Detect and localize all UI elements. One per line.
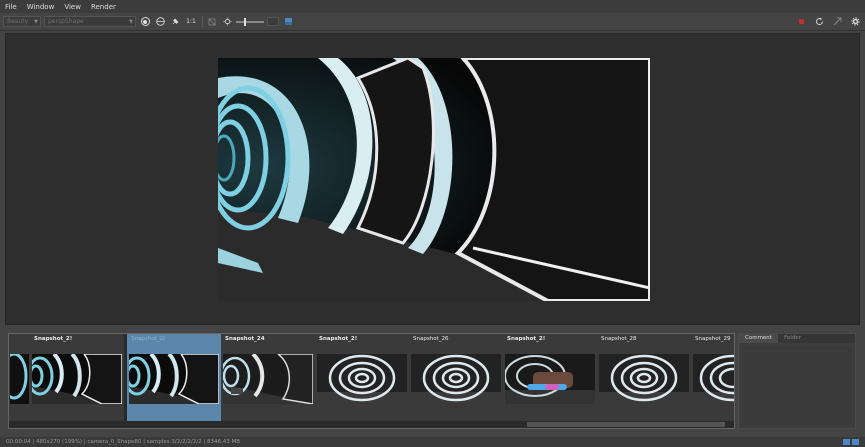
snapshot-label: Snapshot_24 (225, 336, 265, 342)
snapshot-image (223, 354, 313, 404)
status-text: 00:00:04 | 480x270 (199%) | camera_0_Sha… (6, 439, 240, 445)
snapshot-thumbnail[interactable]: Snapshot_26 (409, 334, 503, 421)
toolbar: Beauty ▼ perspShape ▼ 1:1 (0, 13, 865, 31)
snapshot-label: Snapshot_2! (507, 336, 546, 342)
ratio-button[interactable]: 1:1 (184, 16, 198, 28)
chevron-down-icon: ▼ (34, 19, 38, 25)
snapshot-thumbnail-selected[interactable]: Snapshot_2( (127, 334, 221, 421)
snapshot-image (10, 354, 29, 404)
snapshot-image (693, 354, 734, 404)
snapshot-thumbnail[interactable]: Snapshot_2! (315, 334, 409, 421)
render-viewport[interactable] (5, 33, 860, 325)
menu-bar: File Window View Render (0, 0, 865, 13)
snapshot-label: Snapshot_29 (695, 336, 731, 342)
camera-dropdown[interactable]: perspShape ▼ (44, 16, 136, 27)
menu-render[interactable]: Render (86, 3, 121, 11)
globe-icon[interactable] (154, 16, 166, 28)
snapshot-image (32, 354, 122, 404)
toolbar-divider (202, 16, 203, 27)
snapshot-thumbnail[interactable]: Snapshot_2! (30, 334, 124, 421)
snapshot-thumbnail[interactable]: Snapshot_29 (691, 334, 734, 421)
chevron-down-icon: ▼ (129, 19, 133, 25)
gear-icon[interactable] (849, 15, 861, 27)
exposure-slider-handle[interactable] (244, 17, 246, 26)
snapshot-label: Snapshot_28 (601, 336, 637, 342)
comment-panel: Comment Folder (738, 333, 856, 429)
snapshot-label: Snapshot_2! (319, 336, 358, 342)
snapshot-image (411, 354, 501, 404)
status-icons (843, 439, 859, 445)
view-mode-icon[interactable] (843, 439, 850, 445)
render-image (218, 58, 650, 301)
snapshot-image (317, 354, 407, 404)
exposure-value-field[interactable] (267, 17, 279, 26)
menu-window[interactable]: Window (22, 3, 60, 11)
status-bar: 00:00:04 | 480x270 (199%) | camera_0_Sha… (0, 437, 865, 447)
panel-tabs: Comment Folder (739, 334, 855, 343)
pin-icon[interactable] (169, 16, 181, 28)
camera-dropdown-value: perspShape (48, 18, 84, 25)
snapshot-thumbnail[interactable]: Snapshot_2! (503, 334, 597, 421)
snapshot-thumbnail[interactable]: Snapshot_28 (597, 334, 691, 421)
aov-dropdown-value: Beauty (7, 18, 29, 25)
menu-view[interactable]: View (59, 3, 86, 11)
snapshot-strip: Snapshot_2! Snapshot_2( Snapshot_24 Snap… (8, 333, 735, 429)
exposure-icon[interactable] (221, 16, 233, 28)
aov-icon[interactable] (206, 16, 218, 28)
snapshot-thumbnail[interactable] (9, 334, 30, 421)
refresh-icon[interactable] (813, 15, 825, 27)
snapshot-thumbnail[interactable]: Snapshot_24 (221, 334, 315, 421)
layout-icon[interactable] (852, 439, 859, 445)
menu-file[interactable]: File (0, 3, 22, 11)
snapshot-image (599, 354, 689, 404)
snapshot-label: Snapshot_2( (131, 336, 166, 342)
render-controls (792, 15, 861, 27)
stop-icon[interactable] (795, 15, 807, 27)
snapshot-label: Snapshot_2! (34, 336, 73, 342)
snapshot-image (505, 354, 595, 404)
share-icon[interactable] (831, 15, 843, 27)
tunnel-render (218, 58, 650, 301)
snapshot-scrollbar[interactable] (9, 421, 734, 428)
aov-dropdown[interactable]: Beauty ▼ (3, 16, 41, 27)
color-picker-icon[interactable] (282, 16, 294, 28)
snapshot-scrollbar-thumb[interactable] (527, 422, 725, 427)
tab-comment[interactable]: Comment (739, 334, 778, 343)
exposure-slider[interactable] (236, 17, 264, 26)
tab-folder[interactable]: Folder (778, 334, 807, 343)
comment-textarea[interactable] (742, 346, 852, 425)
snapshot-label: Snapshot_26 (413, 336, 449, 342)
render-sphere-icon[interactable] (139, 16, 151, 28)
snapshot-image (129, 354, 219, 404)
